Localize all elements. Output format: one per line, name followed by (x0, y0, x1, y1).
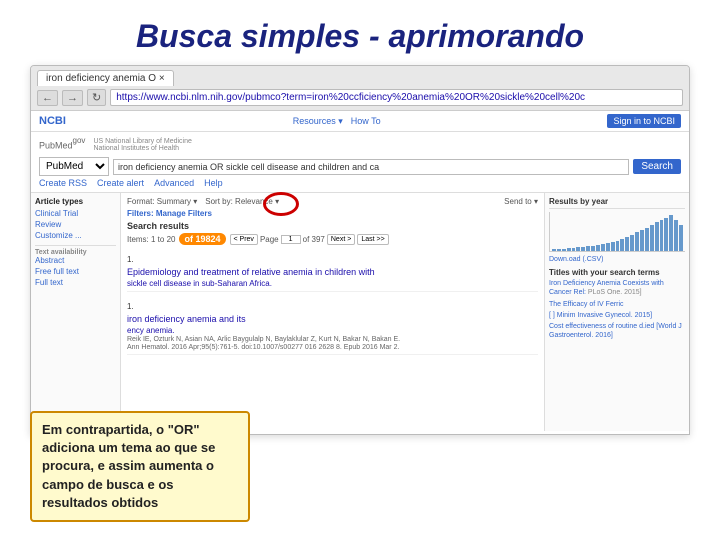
browser-chrome: iron deficiency anemia O × ← → ↻ (31, 66, 689, 111)
filter-free-full-text[interactable]: Free full text (35, 267, 116, 276)
page-input[interactable] (281, 235, 301, 244)
pubmed-logo: PubMedgov (39, 136, 85, 151)
result-meta-2: Reik IE, Ozturk N, Asian NA, Arlic Baygu… (127, 336, 538, 343)
create-alert-link[interactable]: Create alert (97, 178, 144, 188)
pubmed-header: PubMedgov US National Library of Medicin… (31, 132, 689, 193)
filter-abstract[interactable]: Abstract (35, 256, 116, 265)
ncbi-nav: Resources ▾ How To (293, 116, 381, 127)
slide-title: Busca simples - aprimorando (0, 0, 720, 65)
refresh-button[interactable]: ↻ (87, 89, 106, 106)
filter-full-text[interactable]: Full text (35, 278, 116, 287)
search-links: Create RSS Create alert Advanced Help (39, 178, 681, 188)
help-link[interactable]: Help (204, 178, 223, 188)
search-query-input[interactable] (113, 159, 629, 175)
search-term-4[interactable]: Cost effectiveness of routine d.ied [Wor… (549, 322, 685, 340)
search-terms-title: Titles with your search terms (549, 268, 685, 277)
results-by-year-title: Results by year (549, 197, 685, 209)
search-bar: PubMed Search (39, 157, 681, 176)
main-results: Format: Summary ▾ Sort by: Relevance ▾ S… (121, 193, 544, 431)
items-count: Items: 1 to 20 of 19824 < Prev Page of 3… (127, 233, 538, 245)
result-item-1: 1. Epidemiology and treatment of relativ… (127, 249, 538, 292)
ncbi-logo: NCBI (39, 115, 66, 127)
search-term-3[interactable]: [ ] Minim Invasive Gynecol. 2015] (549, 311, 685, 320)
browser-window: iron deficiency anemia O × ← → ↻ NCBI Re… (30, 65, 690, 435)
search-term-2[interactable]: The Efficacy of IV Ferric (549, 300, 685, 309)
address-bar: ← → ↻ (37, 89, 683, 106)
tab-bar: iron deficiency anemia O × (37, 70, 683, 86)
result-subtitle-1[interactable]: sickle cell disease in sub-Saharan Afric… (127, 279, 538, 288)
format-label[interactable]: Format: Summary ▾ (127, 197, 197, 206)
format-bar: Format: Summary ▾ Sort by: Relevance ▾ S… (127, 197, 538, 206)
result-subtitle-2[interactable]: ency anemia. (127, 326, 538, 335)
text-availability-label: Text availability (35, 249, 116, 256)
filters-manage[interactable]: Filters: Manage Filters (127, 209, 538, 218)
slide-container: Busca simples - aprimorando iron deficie… (0, 0, 720, 540)
result-title-1[interactable]: Epidemiology and treatment of relative a… (127, 267, 538, 279)
ncbi-header: NCBI Resources ▾ How To Sign in to NCBI (31, 111, 689, 132)
article-types-label: Article types (35, 197, 116, 206)
sort-label[interactable]: Sort by: Relevance ▾ (205, 197, 279, 206)
search-term-1[interactable]: Iron Deficiency Anemia Coexists with Can… (549, 279, 685, 297)
result-item-2: 1. iron deficiency anemia and its ency a… (127, 296, 538, 355)
filter-customize[interactable]: Customize ... (35, 231, 116, 240)
database-select[interactable]: PubMed (39, 157, 109, 176)
nav-howto[interactable]: How To (351, 116, 381, 127)
advanced-link[interactable]: Advanced (154, 178, 194, 188)
bar-chart (549, 212, 685, 252)
browser-tab[interactable]: iron deficiency anemia O × (37, 70, 174, 86)
count-badge: of 19824 (179, 233, 225, 245)
create-rss-link[interactable]: Create RSS (39, 178, 87, 188)
result-journal-2: Ann Hematol. 2016 Apr;95(5):761-5. doi:1… (127, 344, 538, 351)
filter-section-text: Text availability Abstract Free full tex… (35, 245, 116, 287)
tab-label: iron deficiency anemia O × (46, 73, 165, 84)
right-panel: Results by year Down.oad (.CSV) Titles w… (544, 193, 689, 431)
filter-clinical-trial[interactable]: Clinical Trial (35, 209, 116, 218)
result-number-2: 1. (127, 302, 134, 311)
result-title-2[interactable]: iron deficiency anemia and its (127, 314, 538, 326)
nav-resources[interactable]: Resources ▾ (293, 116, 343, 127)
search-button[interactable]: Search (633, 159, 681, 174)
csv-link[interactable]: Down.oad (.CSV) (549, 256, 685, 263)
filter-review[interactable]: Review (35, 220, 116, 229)
send-to-label[interactable]: Send to ▾ (504, 197, 538, 206)
results-area: Article types Clinical Trial Review Cust… (31, 193, 689, 431)
pagination: < Prev Page of 397 Next > Last >> (230, 234, 389, 245)
items-text: Items: 1 to 20 (127, 235, 175, 244)
page-of: of 397 (303, 235, 325, 244)
back-button[interactable]: ← (37, 90, 58, 106)
annotation-box: Em contrapartida, o "OR" adiciona um tem… (30, 411, 250, 522)
page-label: Page (260, 235, 279, 244)
annotation-text: Em contrapartida, o "OR" adiciona um tem… (42, 422, 215, 510)
address-input[interactable] (110, 89, 683, 106)
result-number-1: 1. (127, 255, 134, 264)
sign-in-button[interactable]: Sign in to NCBI (607, 114, 681, 128)
prev-button[interactable]: < Prev (230, 234, 258, 245)
left-panel: Article types Clinical Trial Review Cust… (31, 193, 121, 431)
pubmed-tagline: US National Library of Medicine National… (93, 138, 191, 152)
results-header: Search results (127, 221, 538, 231)
last-button[interactable]: Last >> (357, 234, 388, 245)
forward-button[interactable]: → (62, 90, 83, 106)
next-button[interactable]: Next > (327, 234, 355, 245)
